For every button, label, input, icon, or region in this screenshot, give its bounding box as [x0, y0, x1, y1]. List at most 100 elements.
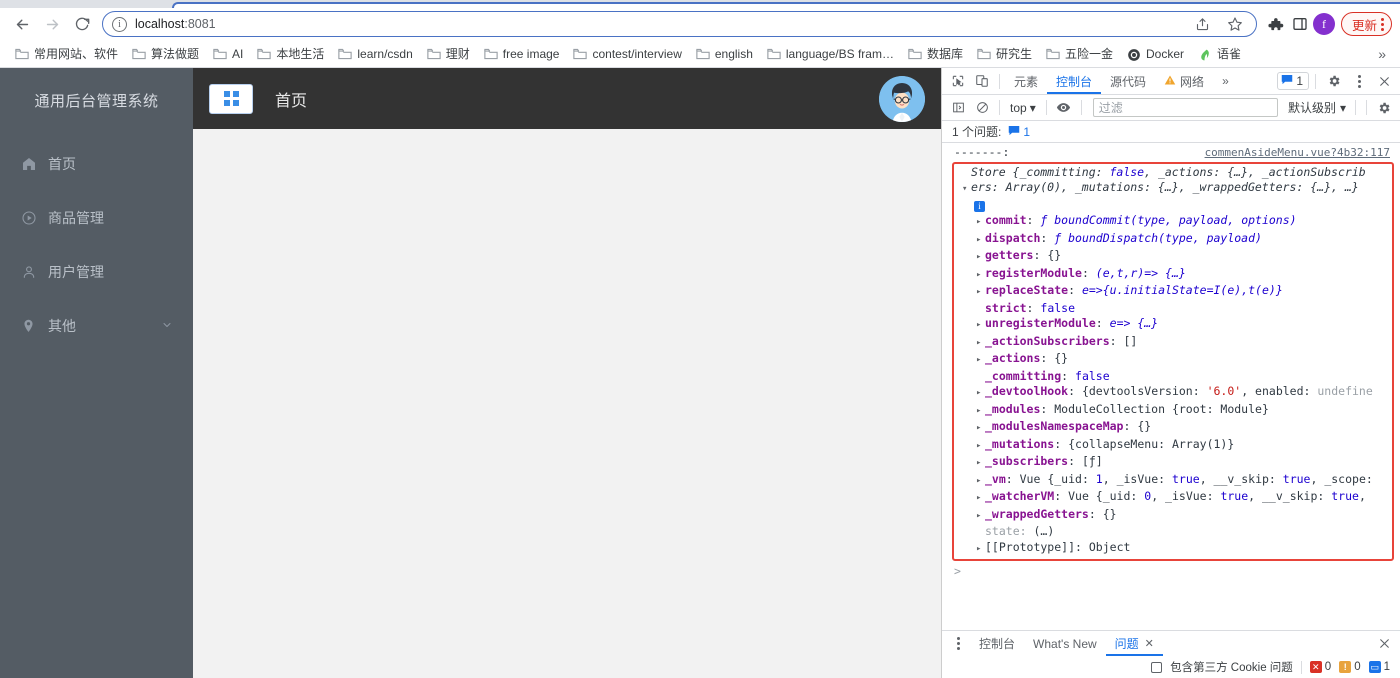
bookmark-item[interactable]: contest/interview [566, 44, 688, 64]
star-icon[interactable] [1224, 13, 1246, 35]
object-property-row[interactable]: ▸ _devtoolHook: {devtoolsVersion: '6.0', … [954, 384, 1392, 402]
console-filter-input[interactable]: 过滤 [1092, 98, 1278, 117]
object-property-row[interactable]: ▸ _modulesNamespaceMap: {} [954, 419, 1392, 437]
object-property-row[interactable]: ▸ _vm: Vue {_uid: 1, _isVue: true, __v_sk… [954, 472, 1392, 490]
update-button[interactable]: 更新 [1340, 12, 1392, 36]
clear-console-icon[interactable] [970, 97, 994, 119]
expand-triangle-icon[interactable]: ▸ [976, 268, 985, 284]
object-property-row[interactable]: ▸ _wrappedGetters: {} [954, 507, 1392, 525]
close-drawer-icon[interactable] [1372, 633, 1396, 655]
bookmark-item[interactable]: language/BS fram… [760, 44, 901, 64]
console-sidebar-icon[interactable] [946, 97, 970, 119]
bookmark-item[interactable]: 理财 [420, 42, 477, 65]
tab-sources[interactable]: 源代码 [1101, 68, 1155, 94]
back-arrow-icon[interactable] [8, 10, 36, 38]
object-property-row[interactable]: ▸ commit: ƒ boundCommit(type, payload, op… [954, 213, 1392, 231]
expand-triangle-icon[interactable]: ▸ [976, 336, 985, 352]
object-property-row[interactable]: ▸ _subscribers: [ƒ] [954, 454, 1392, 472]
source-link[interactable]: commenAsideMenu.vue?4b32:117 [1205, 145, 1396, 161]
bookmark-item[interactable]: 研究生 [970, 42, 1039, 65]
profile-avatar[interactable]: f [1312, 13, 1335, 35]
log-level-select[interactable]: 默认级别 ▾ [1284, 99, 1350, 116]
expand-triangle-icon[interactable]: ▸ [976, 318, 985, 334]
bookmark-item[interactable]: free image [477, 44, 567, 64]
sidebar-item-users[interactable]: 用户管理 [0, 245, 193, 299]
bookmark-item[interactable]: 本地生活 [250, 42, 331, 65]
tab-network[interactable]: 网络 [1155, 68, 1213, 94]
bookmark-item[interactable]: 常用网站、软件 [8, 42, 125, 65]
message-count-badge[interactable]: 1 [1277, 72, 1309, 90]
object-property-row[interactable]: ▸ replaceState: e=>{u.initialState=I(e),t… [954, 283, 1392, 301]
close-icon[interactable]: ✕ [1145, 637, 1154, 650]
expand-triangle-icon[interactable]: ▸ [976, 404, 985, 420]
live-expression-icon[interactable] [1052, 97, 1076, 119]
expand-triangle-icon[interactable]: ▸ [976, 285, 985, 301]
chevron-down-icon[interactable] [161, 318, 173, 334]
drawer-tab-issues[interactable]: 问题 ✕ [1106, 631, 1163, 656]
bookmarks-overflow-button[interactable]: » [1372, 46, 1392, 62]
expand-triangle-icon[interactable]: ▸ [976, 250, 985, 266]
error-count[interactable]: ✕ 0 [1309, 661, 1331, 673]
kebab-menu-icon[interactable] [946, 633, 970, 655]
expand-triangle-icon[interactable]: ▸ [976, 509, 985, 525]
expand-triangle-icon[interactable]: ▾ [962, 182, 971, 198]
bookmark-item[interactable]: AI [206, 44, 250, 64]
tab-console[interactable]: 控制台 [1047, 68, 1101, 94]
object-property-row[interactable]: ▸ _actions: {} [954, 351, 1392, 369]
device-toolbar-icon[interactable] [970, 70, 994, 92]
gear-icon[interactable] [1322, 70, 1346, 92]
object-property-row[interactable]: ▸ [[Prototype]]: Object [954, 540, 1392, 558]
object-preview-line-2[interactable]: ▾ ers: Array(0), _mutations: {…}, _wrappe… [954, 180, 1392, 198]
object-property-row[interactable]: ▸ dispatch: ƒ boundDispatch(type, payload… [954, 231, 1392, 249]
puzzle-icon[interactable] [1265, 13, 1287, 35]
object-property-row[interactable]: state: (…) [954, 524, 1392, 540]
object-property-row[interactable]: ▸ _modules: ModuleCollection {root: Modul… [954, 402, 1392, 420]
object-property-row[interactable]: ▸ _watcherVM: Vue {_uid: 0, _isVue: true,… [954, 489, 1392, 507]
close-icon[interactable] [1372, 70, 1396, 92]
third-party-cookie-checkbox[interactable] [1151, 661, 1163, 673]
forward-arrow-icon[interactable] [38, 10, 66, 38]
expand-triangle-icon[interactable]: ▸ [976, 421, 985, 437]
sidebar-item-home[interactable]: 首页 [0, 137, 193, 191]
bookmark-item[interactable]: 数据库 [901, 42, 970, 65]
reload-icon[interactable] [68, 10, 96, 38]
bookmark-item[interactable]: 语雀 [1191, 42, 1248, 65]
sidebar-item-other[interactable]: 其他 [0, 299, 193, 353]
object-property-row[interactable]: ▸ getters: {} [954, 248, 1392, 266]
address-bar[interactable]: i localhost:8081 [102, 11, 1257, 37]
expand-triangle-icon[interactable]: ▸ [976, 233, 985, 249]
side-panel-icon[interactable] [1289, 13, 1311, 35]
expand-triangle-icon[interactable]: ▸ [976, 215, 985, 231]
object-property-row[interactable]: ▸ _mutations: {collapseMenu: Array(1)} [954, 437, 1392, 455]
bookmark-item[interactable]: 算法做题 [125, 42, 206, 65]
warning-count[interactable]: ! 0 [1339, 661, 1361, 673]
bookmark-item[interactable]: Docker [1120, 44, 1191, 64]
info-icon[interactable]: i [112, 16, 127, 32]
issues-summary-bar[interactable]: 1 个问题: 1 [942, 121, 1400, 143]
expand-triangle-icon[interactable]: ▸ [976, 386, 985, 402]
bookmark-item[interactable]: english [689, 44, 760, 64]
bookmark-item[interactable]: learn/csdn [331, 44, 419, 64]
drawer-tab-whats-new[interactable]: What's New [1024, 631, 1106, 656]
expand-triangle-icon[interactable]: ▸ [976, 474, 985, 490]
object-property-row[interactable]: ▸ registerModule: (e,t,r)=> {…} [954, 266, 1392, 284]
execution-context-select[interactable]: top ▾ [1005, 101, 1041, 115]
tabs-overflow-button[interactable]: » [1213, 68, 1238, 94]
inspect-element-icon[interactable] [946, 70, 970, 92]
collapse-sidebar-button[interactable] [209, 83, 253, 114]
sidebar-item-products[interactable]: 商品管理 [0, 191, 193, 245]
expand-triangle-icon[interactable]: ▸ [976, 456, 985, 472]
gear-icon[interactable] [1372, 97, 1396, 119]
object-property-row[interactable]: ▸ _actionSubscribers: [] [954, 334, 1392, 352]
expand-triangle-icon[interactable]: ▸ [976, 353, 985, 369]
expand-triangle-icon[interactable]: ▸ [976, 439, 985, 455]
active-tab[interactable] [172, 2, 1400, 8]
info-icon[interactable]: i [974, 200, 985, 212]
issues-count-badge[interactable]: 1 [1008, 125, 1030, 139]
object-property-row[interactable]: ▸ unregisterModule: e=> {…} [954, 316, 1392, 334]
info-count[interactable]: ▭ 1 [1368, 661, 1390, 673]
expand-triangle-icon[interactable]: ▸ [976, 542, 985, 558]
console-prompt[interactable]: > [942, 561, 1400, 580]
bookmark-item[interactable]: 五险一金 [1039, 42, 1120, 65]
share-icon[interactable] [1192, 13, 1214, 35]
